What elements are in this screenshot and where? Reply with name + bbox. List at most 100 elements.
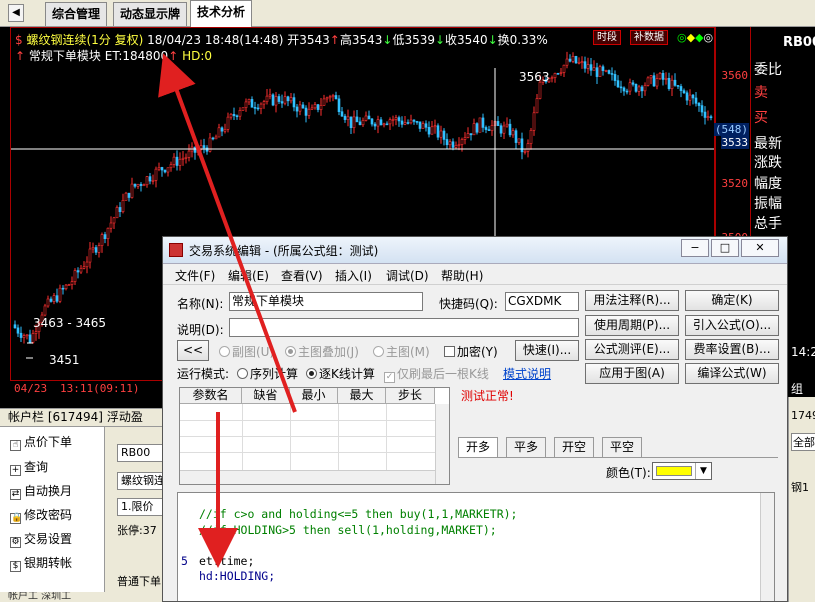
usage-notes-button[interactable]: 用法注释(R)... <box>585 290 679 311</box>
menu-view[interactable]: 查看(V) <box>281 267 323 284</box>
candle-body <box>607 70 611 74</box>
candle-body <box>19 332 23 338</box>
candle-body <box>58 287 62 302</box>
candle-body <box>553 73 557 78</box>
dialog-titlebar[interactable]: 交易系统编辑 - (所属公式组：测试) − □ ✕ <box>163 237 787 264</box>
candle-body <box>367 115 371 120</box>
last-bar-only-checkbox[interactable]: ✓ 仅刷最后一根K线 <box>384 365 489 383</box>
radio-sequence-calc[interactable]: 序列计算 <box>237 365 298 382</box>
candle-body <box>418 121 422 129</box>
confirm-button[interactable]: 确定(K) <box>685 290 779 311</box>
trade-menu: ☝ 点价下单 + 查询 ⇄ 自动换月 🔒 修改密码 ⚙ 交易设置 $ 银期转帐 <box>0 427 105 602</box>
candle-body <box>220 127 224 132</box>
menu-auto-rollover[interactable]: ⇄ 自动换月 <box>10 482 72 500</box>
quote-row: 幅度 <box>754 176 782 192</box>
candle-body <box>565 58 569 66</box>
toolbar-icons[interactable]: ◎◆◆◎ <box>677 31 713 44</box>
encrypt-checkbox[interactable]: 加密(Y) <box>444 343 498 360</box>
quote-row: 委比 <box>754 62 782 78</box>
mode-help-link[interactable]: 模式说明 <box>503 365 551 382</box>
candle-body <box>490 125 494 131</box>
parameter-grid[interactable]: 参数名 缺省 最小 最大 步长 <box>179 387 450 485</box>
back-arrow-icon[interactable]: ◀ <box>8 4 24 22</box>
grid-vertical-scrollbar[interactable] <box>435 404 449 484</box>
radio-main-chart[interactable]: 主图(M) <box>373 343 430 360</box>
candle-body <box>484 127 488 130</box>
collapse-button[interactable]: << <box>177 340 209 361</box>
menu-trade-settings[interactable]: ⚙ 交易设置 <box>10 530 72 548</box>
grid-horizontal-scrollbar[interactable] <box>180 470 435 484</box>
grid-header: 步长 <box>386 388 435 404</box>
tab-general[interactable]: 综合管理 <box>45 2 108 26</box>
candle-body <box>268 94 272 97</box>
candle-body <box>91 247 95 250</box>
fee-settings-button[interactable]: 费率设置(B)... <box>685 339 779 360</box>
tab-close-long[interactable]: 平多 <box>506 437 547 457</box>
candle-body <box>571 56 575 62</box>
import-formula-button[interactable]: 引入公式(O)... <box>685 315 779 336</box>
candle-body <box>169 164 173 169</box>
menu-help[interactable]: 帮助(H) <box>441 267 483 284</box>
candle-body <box>508 123 512 136</box>
tab-close-short[interactable]: 平空 <box>602 437 643 457</box>
normal-order-tab[interactable]: 普通下单 <box>117 573 161 589</box>
name-input[interactable]: 常规下单模块 <box>229 292 423 311</box>
candle-body <box>229 114 233 118</box>
candle-body <box>652 75 656 87</box>
quote-row: 振幅 <box>754 196 782 212</box>
candle-body <box>223 129 227 132</box>
candle-body <box>517 138 521 143</box>
code-editor[interactable]: //if c>o and holding<=5 then buy(1,1,MAR… <box>177 492 775 601</box>
candle-body <box>370 118 374 125</box>
maximize-icon[interactable]: □ <box>711 239 739 257</box>
candle-body <box>172 156 176 165</box>
menu-insert[interactable]: 插入(I) <box>335 267 372 284</box>
description-input[interactable] <box>229 318 579 337</box>
candle-body <box>670 79 674 89</box>
candle-body <box>442 130 446 140</box>
code-scrollbar[interactable] <box>760 493 774 601</box>
line-number: 5 <box>181 553 188 568</box>
tab-dynamic-board[interactable]: 动态显示牌 <box>113 2 188 26</box>
code-line: et:time; <box>199 553 255 568</box>
period-button[interactable]: 使用周期(P)... <box>585 315 679 336</box>
compile-formula-button[interactable]: 编译公式(W) <box>685 363 779 384</box>
tab-technical-analysis[interactable]: 技术分析 <box>190 0 253 27</box>
refill-data-chip[interactable]: 补数据 <box>630 30 668 45</box>
menu-file[interactable]: 文件(F) <box>175 267 215 284</box>
candle-body <box>451 141 455 148</box>
color-select[interactable]: ▼ <box>652 462 712 480</box>
menu-query[interactable]: + 查询 <box>10 458 48 476</box>
candle-body <box>379 119 383 126</box>
quote-row: 涨跌 <box>754 155 782 171</box>
quick-button[interactable]: 快速(I)... <box>515 340 579 361</box>
candle-body <box>658 72 662 79</box>
radio-main-overlay[interactable]: 主图叠加(J) <box>285 343 359 360</box>
chart-header-formula: ↑ 常规下单模块 ET:184800↑ HD:0 <box>15 49 213 63</box>
all-button[interactable]: 全部 <box>791 433 815 451</box>
shortcut-input[interactable]: CGXDMK <box>505 292 579 311</box>
menu-change-password[interactable]: 🔒 修改密码 <box>10 506 72 524</box>
formula-test-button[interactable]: 公式测评(E)... <box>585 339 679 360</box>
session-chip[interactable]: 时段 <box>593 30 621 45</box>
menu-edit[interactable]: 编辑(E) <box>228 267 269 284</box>
dialog-title: 交易系统编辑 - (所属公式组：测试) <box>189 244 379 258</box>
minimize-icon[interactable]: − <box>681 239 709 257</box>
menu-debug[interactable]: 调试(D) <box>386 267 429 284</box>
menu-price-order[interactable]: ☝ 点价下单 <box>10 433 72 451</box>
close-icon[interactable]: ✕ <box>741 239 779 257</box>
radio-per-bar-calc[interactable]: 逐K线计算 <box>306 365 375 382</box>
candle-body <box>454 145 458 148</box>
quote-row-ask: 卖 <box>754 85 768 101</box>
quote-row: 总手 <box>754 216 782 232</box>
candle-body <box>235 115 239 118</box>
candle-body <box>529 129 533 144</box>
candle-body <box>382 123 386 126</box>
tab-open-long[interactable]: 开多 <box>458 437 499 458</box>
apply-to-chart-button[interactable]: 应用于图(A) <box>585 363 679 384</box>
candle-body <box>76 270 80 273</box>
tab-open-short[interactable]: 开空 <box>554 437 595 457</box>
candle-body <box>274 96 278 106</box>
menu-bank-transfer[interactable]: $ 银期转帐 <box>10 554 72 572</box>
radio-sub-chart[interactable]: 副图(U) <box>219 343 274 360</box>
